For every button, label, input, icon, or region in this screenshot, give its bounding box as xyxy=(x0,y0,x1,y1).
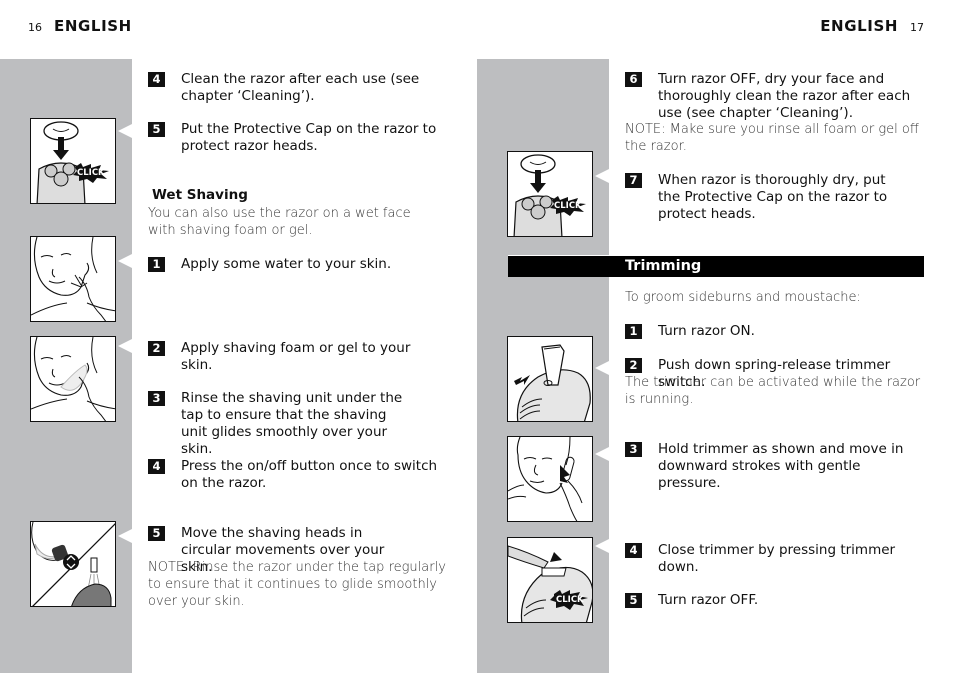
figure-protective-cap: CLICK xyxy=(507,151,593,237)
step-number: 7 xyxy=(625,173,642,188)
illustration-column: CLICK xyxy=(477,59,609,673)
step: 4 Clean the razor after each use (see ch… xyxy=(148,71,443,105)
note-text: NOTE: Rinse the razor under the tap regu… xyxy=(148,560,446,609)
pointer-arrow xyxy=(595,447,609,461)
page-header: 16 ENGLISH xyxy=(28,17,132,35)
step: 4 Press the on/off button once to switch… xyxy=(148,458,448,492)
step-text: Press the on/off button once to switch o… xyxy=(181,458,438,491)
language-title: ENGLISH xyxy=(54,17,132,35)
figure-apply-water xyxy=(30,236,116,322)
click-label: CLICK xyxy=(77,168,105,178)
step: 4 Close trimmer by pressing trimmer down… xyxy=(625,542,925,576)
step-number: 3 xyxy=(625,442,642,457)
razor-protective-cap-icon: CLICK xyxy=(513,154,586,236)
step-number: 5 xyxy=(148,122,165,137)
step-text: Put the Protective Cap on the razor to p… xyxy=(181,121,437,154)
note-text: The trimmer can be activated while the r… xyxy=(625,375,921,407)
step-number: 6 xyxy=(625,72,642,87)
step-text: When razor is thoroughly dry, put the Pr… xyxy=(658,172,888,222)
step-number: 4 xyxy=(625,543,642,558)
step-number: 3 xyxy=(148,391,165,406)
step: 3 Rinse the shaving unit under the tap t… xyxy=(148,390,410,458)
step: 3 Hold trimmer as shown and move in down… xyxy=(625,441,925,492)
step-text: Turn razor ON. xyxy=(658,323,755,339)
step-text: Turn razor OFF. xyxy=(658,592,759,608)
section-intro: To groom sideburns and moustache: xyxy=(625,290,861,305)
pointer-arrow xyxy=(595,361,609,375)
figure-trimmer-close: CLICK xyxy=(507,537,593,623)
step-text: Close trimmer by pressing trimmer down. xyxy=(658,542,896,575)
step: 2 Apply shaving foam or gel to your skin… xyxy=(148,340,443,374)
step-text: Hold trimmer as shown and move in downwa… xyxy=(658,441,904,491)
step-number: 5 xyxy=(148,526,165,541)
pointer-arrow xyxy=(118,529,132,543)
trimmer-close-icon: CLICK xyxy=(508,542,592,622)
left-page: 16 ENGLISH CLICK 4 Clean the razor after… xyxy=(0,0,477,673)
figure-trimming-sideburns xyxy=(507,436,593,522)
step-number: 4 xyxy=(148,459,165,474)
step-number: 1 xyxy=(148,257,165,272)
pointer-arrow xyxy=(595,169,609,183)
figure-trimmer-switch xyxy=(507,336,593,422)
step-text: Apply some water to your skin. xyxy=(181,256,392,272)
pointer-arrow xyxy=(118,339,132,353)
face-apply-water-icon xyxy=(31,237,115,321)
step-text: Turn razor OFF, dry your face and thorou… xyxy=(658,71,911,121)
trimmer-switch-icon xyxy=(514,344,591,421)
note-text: NOTE: Make sure you rinse all foam or ge… xyxy=(625,122,919,154)
section-intro: You can also use the razor on a wet face… xyxy=(148,206,411,238)
pointer-arrow xyxy=(595,539,609,553)
click-label: CLICK xyxy=(556,595,584,605)
razor-rinse-tap-icon xyxy=(31,522,115,606)
section-title-wet-shaving: Wet Shaving xyxy=(152,187,248,203)
section-header-trimming: Trimming xyxy=(508,255,924,277)
step-text: Clean the razor after each use (see chap… xyxy=(181,71,420,104)
step: 6 Turn razor OFF, dry your face and thor… xyxy=(625,71,925,122)
language-title: ENGLISH xyxy=(820,17,898,35)
step: 5 Turn razor OFF. xyxy=(625,592,925,609)
click-label: CLICK xyxy=(554,201,582,211)
face-apply-foam-icon xyxy=(31,337,115,421)
step: 7 When razor is thoroughly dry, put the … xyxy=(625,172,895,223)
page-number: 16 xyxy=(28,21,42,34)
step: 1 Turn razor ON. xyxy=(625,323,925,340)
step: 1 Apply some water to your skin. xyxy=(148,256,443,273)
page-number: 17 xyxy=(910,21,924,34)
step-number: 2 xyxy=(148,341,165,356)
step-number: 2 xyxy=(625,358,642,373)
razor-protective-cap-icon: CLICK xyxy=(36,121,109,203)
step-number: 4 xyxy=(148,72,165,87)
step-text: Rinse the shaving unit under the tap to … xyxy=(181,390,403,457)
figure-rinse xyxy=(30,521,116,607)
step-number: 1 xyxy=(625,324,642,339)
pointer-arrow xyxy=(118,124,132,138)
step: 5 Put the Protective Cap on the razor to… xyxy=(148,121,443,155)
pointer-arrow xyxy=(118,254,132,268)
step-number: 5 xyxy=(625,593,642,608)
step-text: Apply shaving foam or gel to your skin. xyxy=(181,340,411,373)
illustration-column: CLICK xyxy=(0,59,132,673)
trimming-sideburns-icon xyxy=(508,437,583,521)
page-header: ENGLISH 17 xyxy=(820,17,924,35)
figure-apply-foam xyxy=(30,336,116,422)
figure-protective-cap: CLICK xyxy=(30,118,116,204)
section-title: Trimming xyxy=(625,258,702,274)
right-page: ENGLISH 17 CLICK CLICK 6 Turn razor OFF,… xyxy=(477,0,954,673)
